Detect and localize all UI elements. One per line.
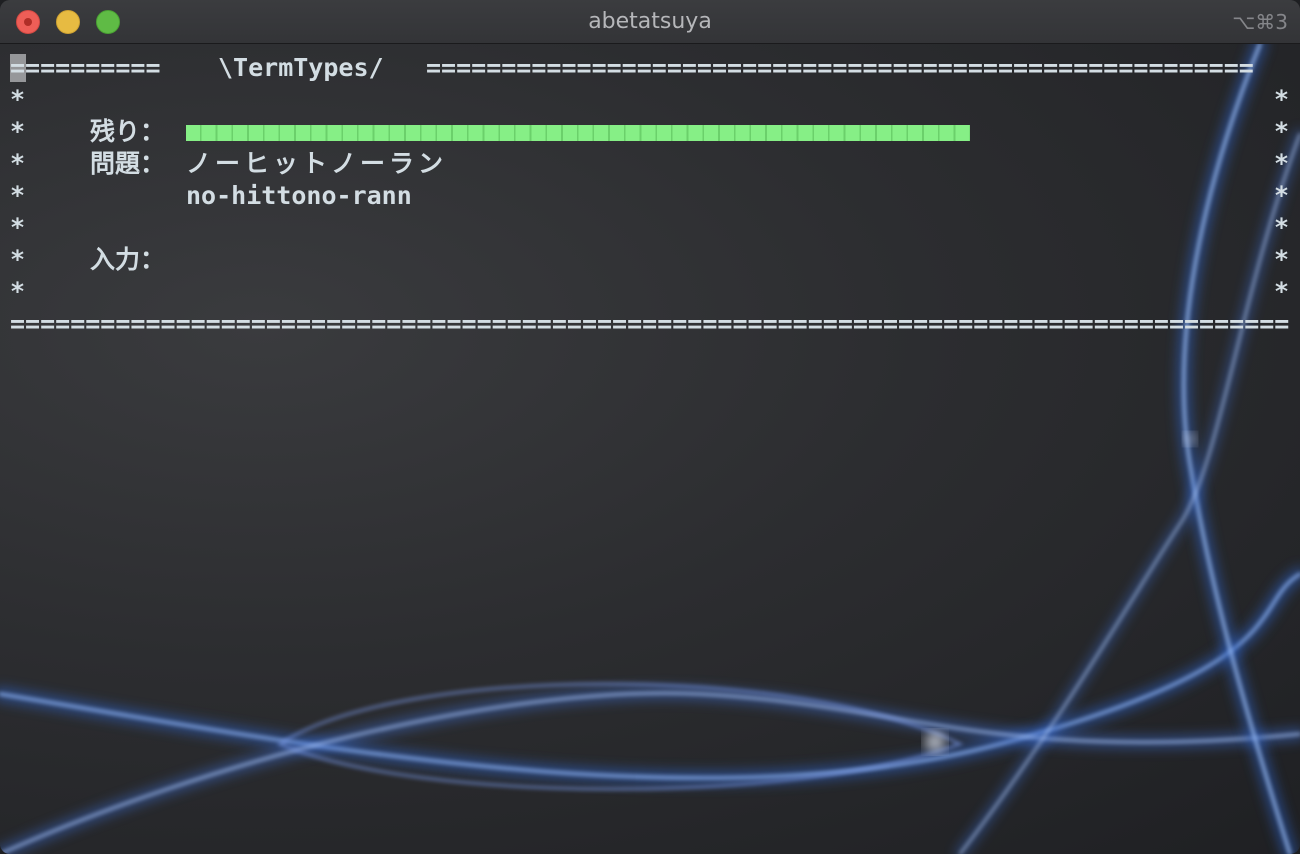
border-star-left: *: [10, 149, 26, 178]
question-label: 問題：: [90, 149, 166, 178]
terminal-content[interactable]: ========== \TermTypes/ =================…: [0, 44, 1300, 854]
close-button[interactable]: [16, 10, 40, 34]
border-star-right: *: [1274, 213, 1290, 242]
border-star-right: *: [1274, 245, 1290, 274]
question-kana: ノーヒットノーラン: [186, 149, 448, 178]
maximize-button[interactable]: [96, 10, 120, 34]
border-star-left: *: [10, 181, 26, 210]
terminal-screen[interactable]: ========== \TermTypes/ =================…: [0, 44, 1300, 854]
border-star-left: *: [10, 245, 26, 274]
remaining-label: 残り：: [90, 117, 166, 146]
border-star-left: *: [10, 85, 26, 114]
border-star-right: *: [1274, 277, 1290, 306]
minimize-button[interactable]: [56, 10, 80, 34]
title-bar[interactable]: abetatsuya ⌥⌘3: [0, 0, 1300, 44]
border-star-left: *: [10, 213, 26, 242]
border-star-left: *: [10, 117, 26, 146]
top-rule-right: ========================================…: [426, 53, 1254, 82]
border-star-right: *: [1274, 181, 1290, 210]
border-star-right: *: [1274, 117, 1290, 146]
border-star-left: *: [10, 277, 26, 306]
window-shortcut: ⌥⌘3: [1232, 10, 1288, 34]
top-rule-left: ==========: [10, 53, 161, 82]
border-star-right: *: [1274, 149, 1290, 178]
remaining-progress-bar: [186, 125, 970, 141]
bottom-rule: ========================================…: [10, 309, 1290, 338]
window-title: abetatsuya: [588, 9, 712, 34]
question-romaji: no-hittono-rann: [186, 181, 412, 210]
app-banner: \TermTypes/: [218, 53, 384, 82]
border-star-right: *: [1274, 85, 1290, 114]
terminal-window: abetatsuya ⌥⌘3 ========== \TermTypes/ ==…: [0, 0, 1300, 854]
input-label: 入力：: [90, 245, 166, 274]
